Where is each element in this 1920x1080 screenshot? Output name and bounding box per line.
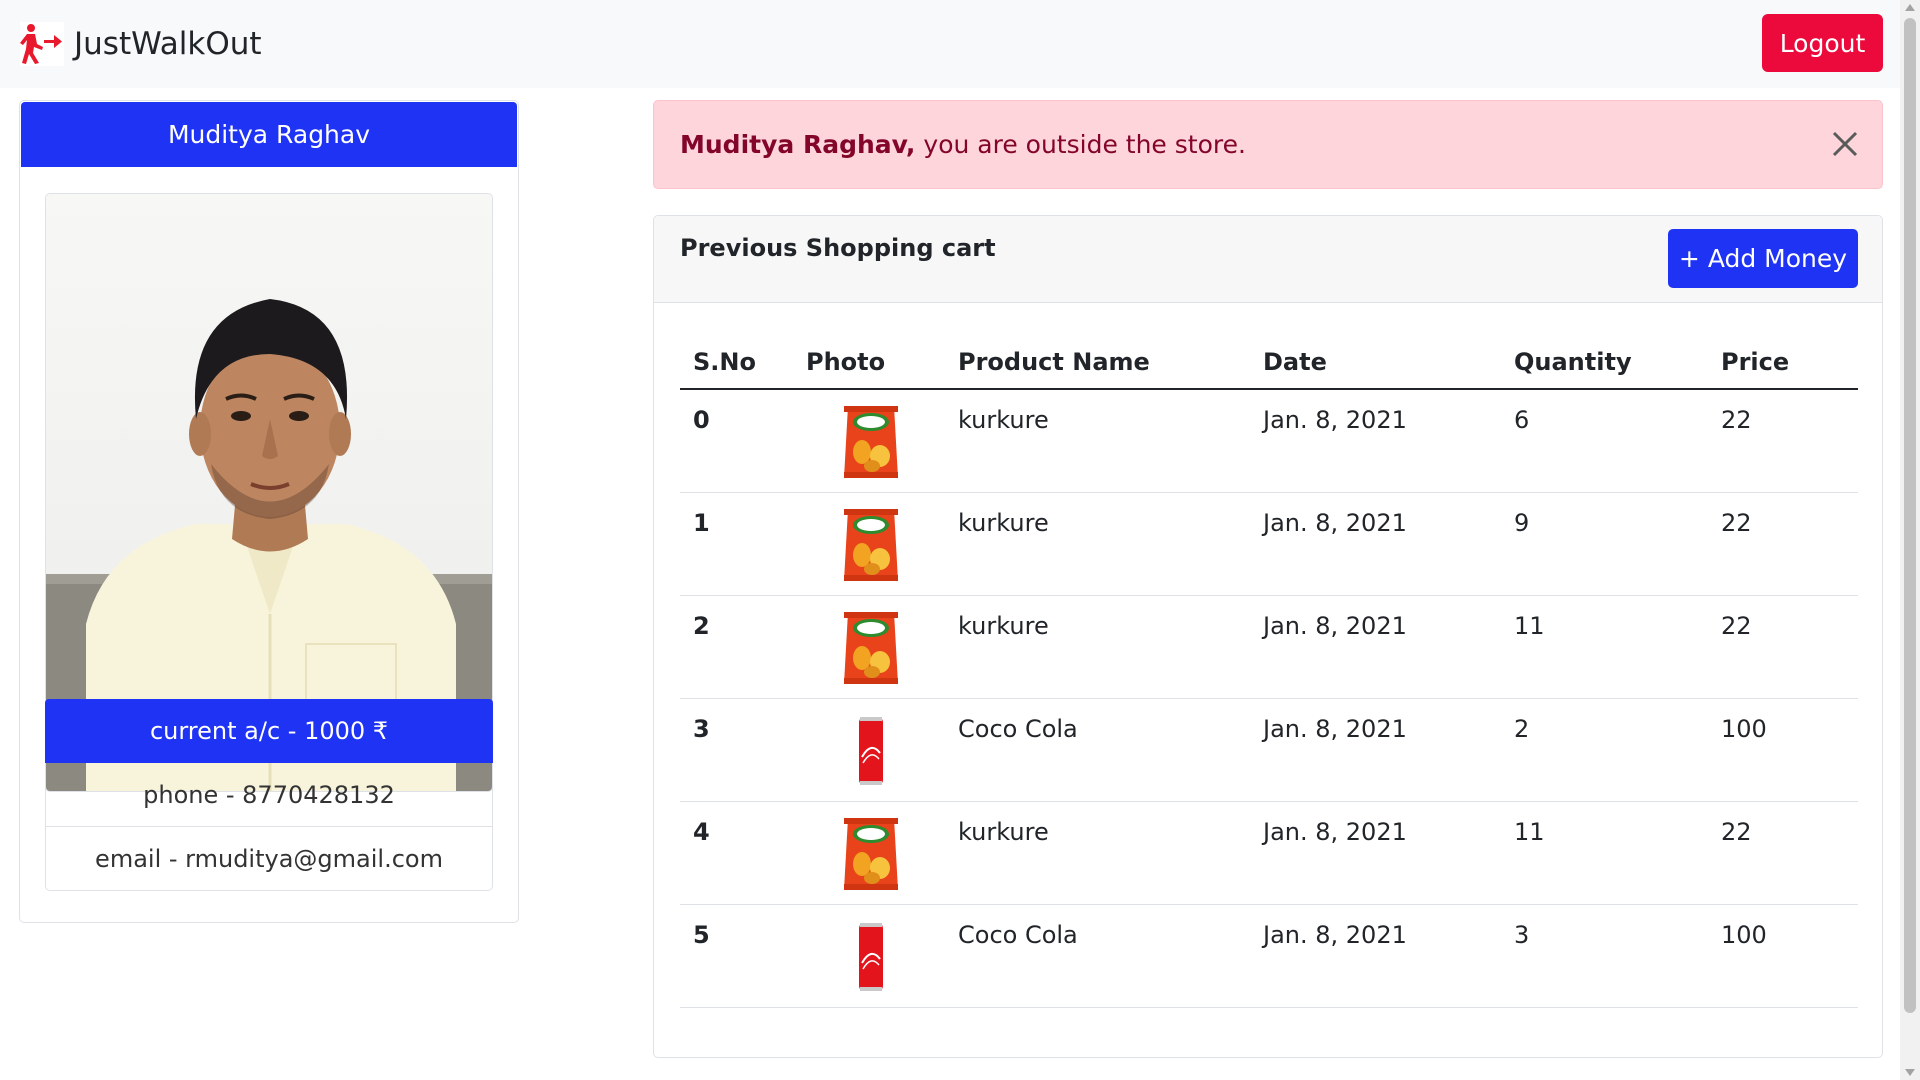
cell-price: 100 — [1721, 698, 1858, 802]
table-header-row: S.No Photo Product Name Date Quantity Pr… — [680, 336, 1858, 390]
cell-price: 100 — [1721, 904, 1858, 1008]
coca-cola-can-icon — [859, 922, 883, 991]
phone-info: phone - 8770428132 — [45, 763, 493, 827]
cell-quantity: 9 — [1514, 492, 1721, 596]
kurkure-pack-icon — [844, 406, 898, 478]
column-header-quantity: Quantity — [1514, 336, 1721, 390]
cell-sno: 5 — [680, 904, 806, 1008]
cell-price: 22 — [1721, 389, 1858, 493]
table-row: 3 Coco Cola Jan. 8, 2021 2 100 — [680, 698, 1858, 802]
kurkure-pack-icon — [844, 817, 898, 890]
cell-sno: 0 — [680, 389, 806, 493]
scroll-down-arrow-icon[interactable] — [1905, 1069, 1915, 1076]
cell-quantity: 11 — [1514, 595, 1721, 699]
kurkure-pack-icon — [844, 508, 898, 581]
navbar: JustWalkOut Logout — [0, 0, 1900, 88]
cell-product-name: kurkure — [958, 801, 1263, 905]
logout-button[interactable]: Logout — [1762, 14, 1883, 72]
add-money-button[interactable]: + Add Money — [1668, 229, 1858, 288]
walking-exit-icon — [20, 22, 64, 66]
cell-sno: 1 — [680, 492, 806, 596]
cell-photo — [806, 389, 958, 493]
table-row: 5 Coco Cola Jan. 8, 2021 3 100 — [680, 904, 1858, 1008]
cart-title: Previous Shopping cart — [680, 234, 996, 262]
cell-date: Jan. 8, 2021 — [1263, 698, 1514, 802]
table-row: 1 kurkure Jan. 8, 2021 9 22 — [680, 492, 1858, 596]
coca-cola-can-icon — [859, 716, 883, 785]
profile-name: Muditya Raghav — [21, 102, 517, 167]
column-header-sno: S.No — [680, 336, 806, 390]
cell-date: Jan. 8, 2021 — [1263, 904, 1514, 1008]
cart-table: S.No Photo Product Name Date Quantity Pr… — [680, 336, 1858, 1008]
scroll-thumb[interactable] — [1904, 18, 1916, 1013]
cell-photo — [806, 698, 958, 802]
cell-sno: 2 — [680, 595, 806, 699]
cell-date: Jan. 8, 2021 — [1263, 595, 1514, 699]
column-header-date: Date — [1263, 336, 1514, 390]
cell-sno: 3 — [680, 698, 806, 802]
brand-link[interactable]: JustWalkOut — [20, 18, 262, 70]
cart-header: Previous Shopping cart + Add Money — [654, 216, 1882, 303]
table-row: 0 kurkure Jan. 8, 2021 6 22 — [680, 389, 1858, 493]
cell-date: Jan. 8, 2021 — [1263, 801, 1514, 905]
shopping-cart-card: Previous Shopping cart + Add Money S.No … — [653, 215, 1883, 1058]
cell-date: Jan. 8, 2021 — [1263, 389, 1514, 493]
scrollbar[interactable] — [1900, 0, 1920, 1080]
column-header-photo: Photo — [806, 336, 958, 390]
table-row: 4 kurkure Jan. 8, 2021 11 22 — [680, 801, 1858, 905]
brand-name: JustWalkOut — [74, 26, 262, 62]
email-info: email - rmuditya@gmail.com — [45, 827, 493, 891]
status-alert: Muditya Raghav, you are outside the stor… — [653, 100, 1883, 189]
cell-product-name: kurkure — [958, 389, 1263, 493]
cell-quantity: 3 — [1514, 904, 1721, 1008]
profile-card: Muditya Raghav current a/c - 1000 ₹ phon… — [19, 100, 519, 923]
cell-photo — [806, 904, 958, 1008]
scroll-up-arrow-icon[interactable] — [1905, 4, 1915, 11]
cell-quantity: 2 — [1514, 698, 1721, 802]
column-header-product-name: Product Name — [958, 336, 1263, 390]
close-icon[interactable] — [1830, 129, 1860, 159]
cell-product-name: Coco Cola — [958, 698, 1263, 802]
cell-sno: 4 — [680, 801, 806, 905]
kurkure-pack-icon — [844, 611, 898, 684]
cell-photo — [806, 492, 958, 596]
cell-quantity: 6 — [1514, 389, 1721, 493]
cell-photo — [806, 595, 958, 699]
cell-price: 22 — [1721, 801, 1858, 905]
cell-price: 22 — [1721, 595, 1858, 699]
profile-info-list: current a/c - 1000 ₹ phone - 8770428132 … — [45, 699, 493, 891]
cell-price: 22 — [1721, 492, 1858, 596]
cell-product-name: kurkure — [958, 595, 1263, 699]
column-header-price: Price — [1721, 336, 1858, 390]
cell-product-name: kurkure — [958, 492, 1263, 596]
cell-photo — [806, 801, 958, 905]
cell-product-name: Coco Cola — [958, 904, 1263, 1008]
alert-message: you are outside the store. — [923, 130, 1246, 159]
table-row: 2 kurkure Jan. 8, 2021 11 22 — [680, 595, 1858, 699]
account-balance: current a/c - 1000 ₹ — [45, 699, 493, 763]
alert-name: Muditya Raghav, — [680, 130, 916, 159]
cell-date: Jan. 8, 2021 — [1263, 492, 1514, 596]
cell-quantity: 11 — [1514, 801, 1721, 905]
